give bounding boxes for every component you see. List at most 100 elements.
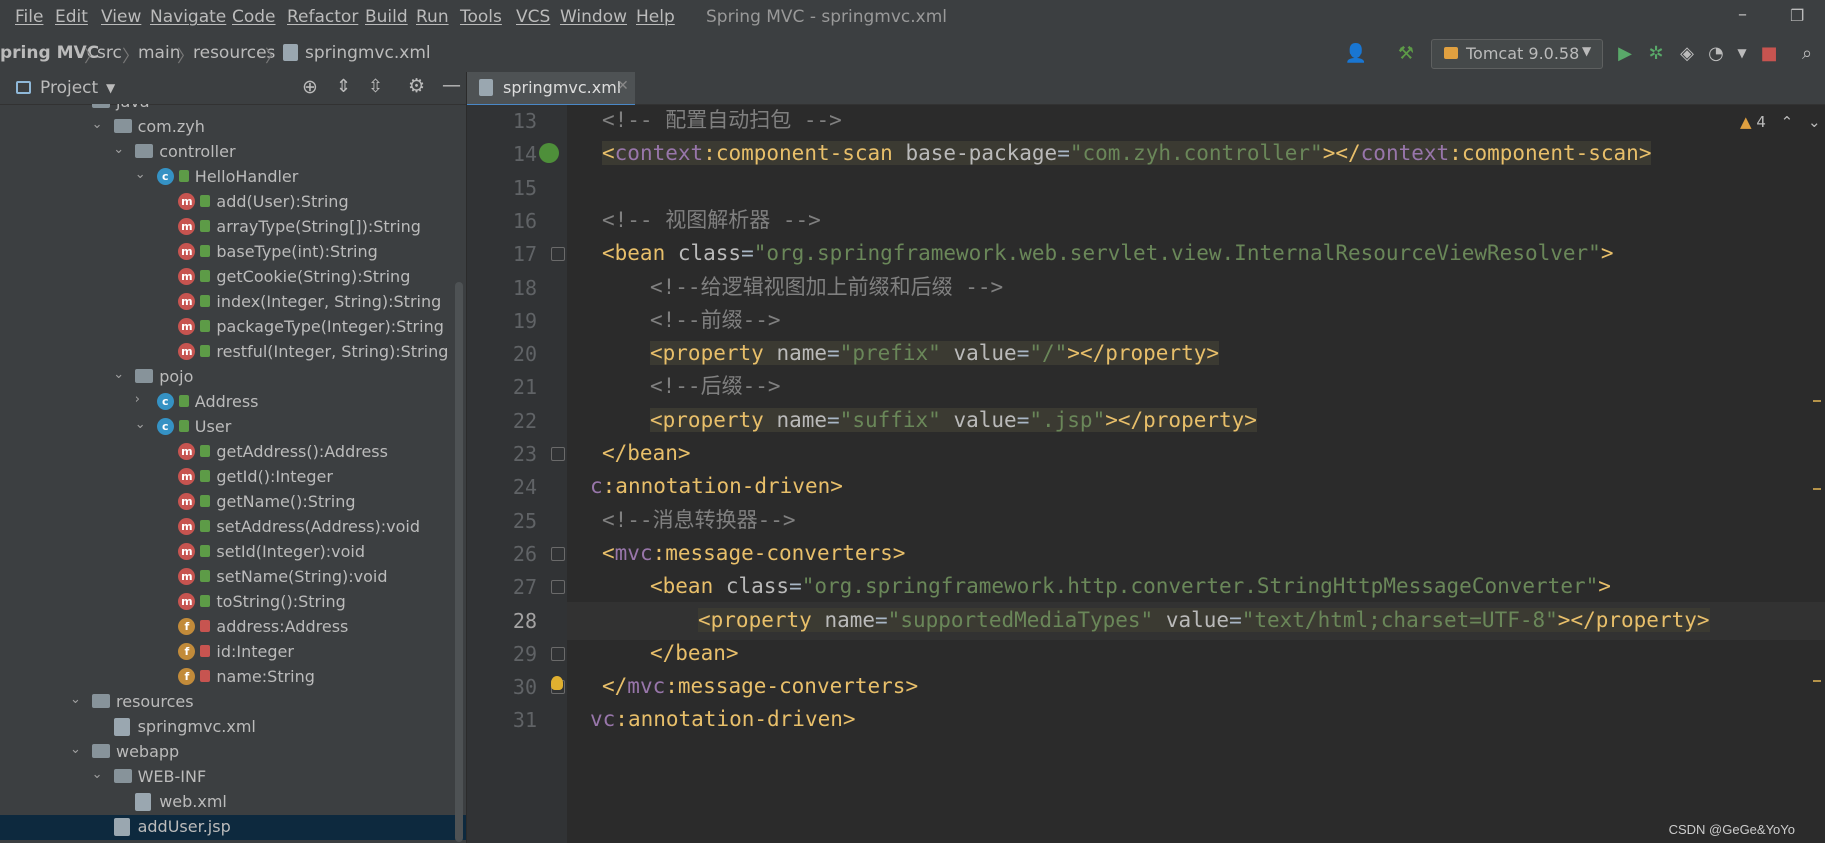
restore-icon[interactable]: ❐ xyxy=(1790,6,1804,25)
project-title[interactable]: Project xyxy=(40,78,98,98)
tree-method-item[interactable]: m setAddress(Address):void xyxy=(0,515,466,540)
error-stripe-marker[interactable] xyxy=(1813,400,1821,402)
tree-folder-item[interactable]: ⌄ pojo xyxy=(0,365,466,390)
debug-icon[interactable]: ✲ xyxy=(1645,42,1667,64)
chevron-down-icon[interactable]: ⌄ xyxy=(92,767,103,782)
menu-item-edit[interactable]: Edit xyxy=(55,7,88,27)
menu-item-build[interactable]: Build xyxy=(365,7,408,27)
search-icon[interactable]: ⌕ xyxy=(1796,42,1818,64)
tree-folder-item[interactable]: ⌄ resources xyxy=(0,690,466,715)
tree-method-item[interactable]: m index(Integer, String):String xyxy=(0,290,466,315)
locate-icon[interactable]: ⊕ xyxy=(302,76,318,98)
tree-class-item[interactable]: ⌄ c User xyxy=(0,415,466,440)
fold-marker-icon[interactable] xyxy=(551,646,565,661)
chevron-down-icon[interactable]: ⌄ xyxy=(135,417,146,432)
sidebar-scrollbar[interactable] xyxy=(455,282,463,842)
user-icon[interactable]: 👤 xyxy=(1345,42,1367,64)
fold-marker-icon[interactable] xyxy=(551,580,565,595)
tree-method-item[interactable]: m toString():String xyxy=(0,590,466,615)
stop-icon[interactable]: ■ xyxy=(1758,42,1780,64)
chevron-down-icon[interactable]: ⌄ xyxy=(70,692,81,707)
breadcrumb-file[interactable]: springmvc.xml xyxy=(305,43,431,63)
tree-method-item[interactable]: m setName(String):void xyxy=(0,565,466,590)
profile-icon[interactable]: ◔ xyxy=(1705,42,1727,64)
tree-method-item[interactable]: m getId():Integer xyxy=(0,465,466,490)
menu-item-navigate[interactable]: Navigate xyxy=(150,7,226,27)
menu-item-help[interactable]: Help xyxy=(636,7,675,27)
tree-file-item[interactable]: addUser.jsp xyxy=(0,815,466,840)
chevron-down-icon[interactable]: ▼ xyxy=(106,81,115,95)
run-configuration-select[interactable]: Tomcat 9.0.58 ▼ xyxy=(1431,39,1603,69)
project-tool-window: Project ▼ ⊕ ⇕ ⇳ ⚙ — java ⌄ com.zyh ⌄ control… xyxy=(0,72,467,843)
menu-item-tools[interactable]: Tools xyxy=(460,7,502,27)
close-icon[interactable]: ✕ xyxy=(617,78,629,94)
tree-method-item[interactable]: m add(User):String xyxy=(0,190,466,215)
gear-icon[interactable]: ⚙ xyxy=(408,75,425,97)
tree-method-item[interactable]: m getAddress():Address xyxy=(0,440,466,465)
code-token: <bean xyxy=(602,241,678,266)
tree-field-item[interactable]: f id:Integer xyxy=(0,640,466,665)
menu-item-file[interactable]: File xyxy=(15,7,43,27)
tree-method-item[interactable]: m baseType(int):String xyxy=(0,240,466,265)
breadcrumb-src[interactable]: src xyxy=(97,43,122,63)
project-icon xyxy=(16,81,31,94)
warnings-indicator[interactable]: ▲ 4 ⌃ ⌄ xyxy=(1740,113,1821,131)
breadcrumb-resources[interactable]: resources xyxy=(193,43,275,63)
tree-folder-item[interactable]: ⌄ com.zyh xyxy=(0,115,466,140)
tree-method-item[interactable]: m setId(Integer):void xyxy=(0,540,466,565)
fold-marker-icon[interactable] xyxy=(551,546,565,561)
menu-item-window[interactable]: Window xyxy=(560,7,627,27)
tree-method-item[interactable]: m packageType(Integer):String xyxy=(0,315,466,340)
method-icon: m xyxy=(178,468,196,485)
fold-marker-icon[interactable] xyxy=(551,447,565,461)
tree-folder-item[interactable]: ⌄ controller xyxy=(0,140,466,165)
menu-item-run[interactable]: Run xyxy=(416,7,449,27)
code-token: :message-converters> xyxy=(665,674,919,699)
spring-bean-icon[interactable] xyxy=(539,143,559,163)
tree-method-item[interactable]: m arrayType(String[]):String xyxy=(0,215,466,240)
chevron-down-icon[interactable]: ⌄ xyxy=(113,367,124,382)
tree-class-item[interactable]: ⌄ c HelloHandler xyxy=(0,165,466,190)
collapse-all-icon[interactable]: ⇳ xyxy=(368,76,383,97)
breadcrumb-main[interactable]: main xyxy=(138,43,180,63)
chevron-up-icon[interactable]: ⌃ xyxy=(1781,113,1794,131)
chevron-down-icon[interactable]: ⌄ xyxy=(113,142,124,157)
error-stripe-marker[interactable] xyxy=(1813,680,1821,682)
tree-field-item[interactable]: f address:Address xyxy=(0,615,466,640)
expand-all-icon[interactable]: ⇕ xyxy=(336,76,351,97)
menu-item-view[interactable]: View xyxy=(101,7,141,27)
tree-field-item[interactable]: f name:String xyxy=(0,665,466,690)
error-stripe-marker[interactable] xyxy=(1813,488,1821,490)
tree-folder-item[interactable]: java xyxy=(0,104,466,115)
chevron-right-icon[interactable]: › xyxy=(135,392,140,407)
line-number: 26 xyxy=(512,541,537,566)
public-icon xyxy=(200,295,211,307)
hide-icon[interactable]: — xyxy=(442,74,461,96)
run-icon[interactable]: ▶ xyxy=(1614,42,1636,64)
minimize-icon[interactable]: – xyxy=(1738,4,1747,25)
more-run-chevron-icon[interactable]: ▼ xyxy=(1731,42,1753,64)
tree-file-item[interactable]: web.xml xyxy=(0,790,466,815)
menu-item-vcs[interactable]: VCS xyxy=(516,7,550,27)
fold-marker-icon[interactable] xyxy=(551,247,565,262)
code-token: <!--前缀--> xyxy=(650,307,781,332)
tree-class-item[interactable]: › c Address xyxy=(0,390,466,415)
coverage-icon[interactable]: ◈ xyxy=(1676,42,1698,64)
menu-item-code[interactable]: Code xyxy=(232,7,276,27)
tree-folder-item[interactable]: ⌄ WEB-INF xyxy=(0,765,466,790)
tree-method-item[interactable]: m restful(Integer, String):String xyxy=(0,340,466,365)
chevron-down-icon[interactable]: ⌄ xyxy=(92,117,103,132)
intention-lightbulb-icon[interactable] xyxy=(551,676,563,690)
chevron-down-icon[interactable]: ⌄ xyxy=(135,167,146,182)
code-editor[interactable]: 13 14 15 16 17 18 19 20 21 22 23 24 25 26 27 28 29 30 31 <… xyxy=(467,105,1825,843)
tree-method-item[interactable]: m getCookie(String):String xyxy=(0,265,466,290)
tree-file-item[interactable]: springmvc.xml xyxy=(0,715,466,740)
tree-method-item[interactable]: m getName():String xyxy=(0,490,466,515)
code-token: "supportedMediaTypes" xyxy=(887,607,1154,632)
chevron-down-icon[interactable]: ⌄ xyxy=(1808,113,1821,131)
line-number: 30 xyxy=(512,675,537,700)
build-hammer-icon[interactable]: ⚒ xyxy=(1395,42,1417,64)
menu-item-refactor[interactable]: Refactor xyxy=(287,7,358,27)
tree-folder-item[interactable]: ⌄ webapp xyxy=(0,740,466,765)
chevron-down-icon[interactable]: ⌄ xyxy=(70,742,81,757)
